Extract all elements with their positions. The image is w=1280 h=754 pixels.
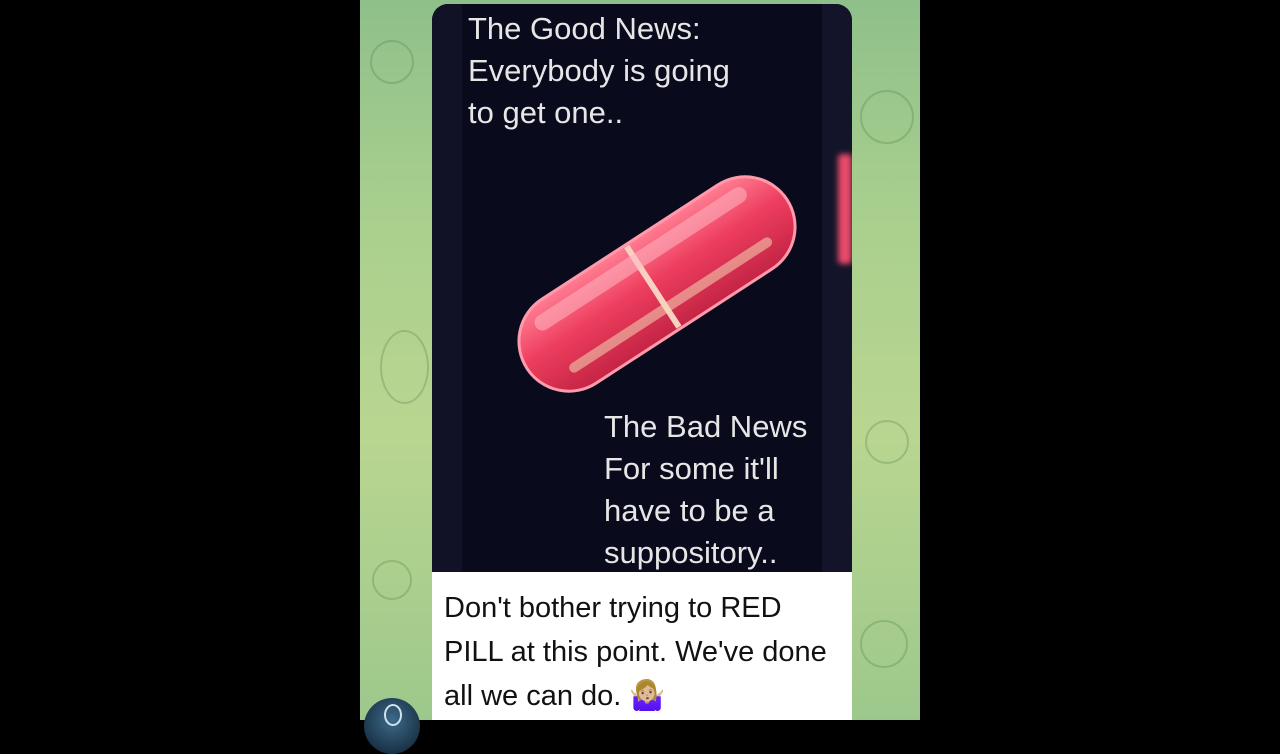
doodle-shape (865, 420, 909, 464)
meme-bottom-line: The Bad News (604, 409, 808, 444)
pill-reflection (838, 154, 852, 264)
doodle-shape (380, 330, 429, 404)
message-bubble[interactable]: The Good News: Everybody is going to get… (432, 4, 852, 720)
meme-bottom-line: For some it'll (604, 451, 779, 486)
doodle-shape (370, 40, 414, 84)
doodle-shape (860, 620, 908, 668)
doodle-shape (372, 560, 412, 600)
message-caption: Don't bother trying to RED PILL at this … (444, 592, 827, 712)
meme-bottom-line: suppository.. (604, 535, 778, 570)
sender-avatar[interactable] (364, 698, 420, 754)
red-pill-illustration (517, 175, 797, 393)
meme-bottom-text: The Bad News For some it'll have to be a… (604, 406, 852, 572)
image-edge (432, 4, 462, 572)
doodle-shape (860, 90, 914, 144)
meme-top-text: The Good News: Everybody is going to get… (468, 11, 730, 130)
avatar-icon (384, 704, 402, 726)
meme-image[interactable]: The Good News: Everybody is going to get… (432, 4, 852, 572)
meme-bottom-line: have to be a (604, 493, 775, 528)
